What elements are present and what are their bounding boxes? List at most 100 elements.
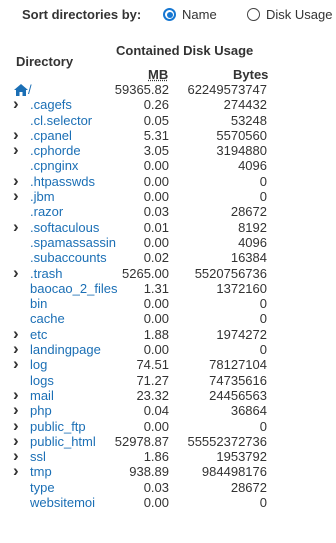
table-row: / 59365.82 62249573747 xyxy=(0,82,336,97)
chevron-right-icon[interactable]: › xyxy=(13,264,23,281)
sort-bar: Sort directories by: Name Disk Usage xyxy=(0,0,336,30)
directory-link[interactable]: .razor xyxy=(30,204,63,219)
directory-link[interactable]: etc xyxy=(30,327,47,342)
directory-link[interactable]: public_html xyxy=(30,434,96,449)
bytes-value: 74735616 xyxy=(209,372,267,388)
bytes-value: 0 xyxy=(259,342,267,358)
table-row: › php 0.04 36864 xyxy=(0,401,336,419)
directory-link[interactable]: public_ftp xyxy=(30,419,86,434)
chevron-right-icon[interactable]: › xyxy=(13,218,23,235)
mb-value: 0.05 xyxy=(143,112,169,128)
table-row: baocao_2_files 1.31 1372160 xyxy=(0,281,336,296)
bytes-value: 3194880 xyxy=(216,143,267,159)
directory-link[interactable]: tmp xyxy=(30,464,52,479)
table-row: › mail 23.32 24456563 xyxy=(0,386,336,403)
table-row: websitemoi 0.00 0 xyxy=(0,495,336,510)
sort-by-name-radio[interactable]: Name xyxy=(163,7,217,22)
directory-link[interactable]: .htpasswds xyxy=(30,174,95,189)
directory-link[interactable]: php xyxy=(30,403,52,418)
mb-value: 0.01 xyxy=(143,219,169,235)
bytes-value: 0 xyxy=(259,189,267,205)
mb-value: 3.05 xyxy=(143,143,169,159)
bytes-value: 62249573747 xyxy=(187,82,267,97)
mb-value: 71.27 xyxy=(136,372,169,388)
directory-link[interactable]: .trash xyxy=(30,266,63,281)
directory-link[interactable]: bin xyxy=(30,296,47,311)
directory-link[interactable]: .cpanel xyxy=(30,128,72,143)
mb-value: 0.00 xyxy=(143,418,169,434)
mb-value: 1.86 xyxy=(143,449,169,465)
directory-link[interactable]: type xyxy=(30,480,55,495)
mb-value: 0.03 xyxy=(143,479,169,495)
bytes-value: 36864 xyxy=(230,403,267,419)
bytes-value: 1372160 xyxy=(216,280,267,296)
chevron-right-icon[interactable]: › xyxy=(13,141,23,158)
directory-link[interactable]: .cphorde xyxy=(30,143,81,158)
directory-link[interactable]: .softaculous xyxy=(30,220,99,235)
mb-value: 23.32 xyxy=(136,387,169,403)
sort-by-disk-usage-radio[interactable]: Disk Usage xyxy=(247,7,332,22)
mb-value: 0.00 xyxy=(143,173,169,189)
bytes-value: 8192 xyxy=(238,219,267,235)
radio-checked-icon[interactable] xyxy=(163,8,176,21)
table-row: .cpnginx 0.00 4096 xyxy=(0,158,336,173)
sort-by-name-label[interactable]: Name xyxy=(182,7,217,22)
bytes-value: 4096 xyxy=(238,234,267,250)
mb-value: 74.51 xyxy=(136,357,169,373)
directory-link[interactable]: logs xyxy=(30,373,54,388)
directory-link[interactable]: mail xyxy=(30,388,54,403)
bytes-value: 78127104 xyxy=(209,357,267,373)
mb-value: 0.04 xyxy=(143,403,169,419)
mb-value: 5265.00 xyxy=(122,265,169,281)
chevron-right-icon[interactable]: › xyxy=(13,355,23,372)
bytes-value: 0 xyxy=(259,173,267,189)
directory-link[interactable]: cache xyxy=(30,311,65,326)
mb-value: 0.00 xyxy=(143,311,169,327)
directory-link[interactable]: .cl.selector xyxy=(30,113,92,128)
directory-link[interactable]: .jbm xyxy=(30,189,55,204)
mb-value: 1.31 xyxy=(143,280,169,296)
mb-value: 0.00 xyxy=(143,342,169,358)
directory-link[interactable]: .cpnginx xyxy=(30,158,78,173)
chevron-right-icon[interactable]: › xyxy=(13,187,23,204)
directory-link[interactable]: .cagefs xyxy=(30,97,72,112)
table-row: › log 74.51 78127104 xyxy=(0,355,336,373)
table-row: .razor 0.03 28672 xyxy=(0,204,336,219)
mb-value: 0.02 xyxy=(143,250,169,266)
directory-link[interactable]: .subaccounts xyxy=(30,250,107,265)
bytes-value: 5570560 xyxy=(216,127,267,143)
directory-link[interactable]: / xyxy=(28,82,32,97)
table-row: › .softaculous 0.01 8192 xyxy=(0,218,336,235)
mb-value: 5.31 xyxy=(143,127,169,143)
table-row: .spamassassin 0.00 4096 xyxy=(0,235,336,250)
bytes-value: 0 xyxy=(259,418,267,434)
chevron-right-icon[interactable]: › xyxy=(13,462,23,479)
radio-unchecked-icon[interactable] xyxy=(247,8,260,21)
bytes-value: 5520756736 xyxy=(194,265,267,281)
bytes-value: 55552372736 xyxy=(187,433,267,449)
table-row: › ssl 1.86 1953792 xyxy=(0,447,336,465)
directory-link[interactable]: websitemoi xyxy=(30,495,95,510)
contained-disk-usage-header: Contained Disk Usage xyxy=(116,43,254,58)
mb-value: 0.00 xyxy=(143,234,169,250)
bytes-value: 274432 xyxy=(223,97,267,113)
bytes-value: 28672 xyxy=(230,204,267,220)
bytes-value: 28672 xyxy=(230,479,267,495)
table-row: › .cpanel 5.31 5570560 xyxy=(0,126,336,143)
bytes-value: 4096 xyxy=(238,158,267,174)
directory-link[interactable]: .spamassassin xyxy=(30,235,116,250)
directory-link[interactable]: log xyxy=(30,357,47,372)
mb-value: 0.00 xyxy=(143,158,169,174)
table-row: bin 0.00 0 xyxy=(0,296,336,311)
mb-value: 0.03 xyxy=(143,204,169,220)
mb-value: 938.89 xyxy=(129,464,169,480)
sort-by-disk-usage-label[interactable]: Disk Usage xyxy=(266,7,332,22)
mb-value: 0.26 xyxy=(143,97,169,113)
directory-link[interactable]: landingpage xyxy=(30,342,101,357)
mb-value: 52978.87 xyxy=(114,433,169,449)
chevron-right-icon[interactable]: › xyxy=(13,95,23,112)
directory-link[interactable]: baocao_2_files xyxy=(30,281,117,296)
table-row: .subaccounts 0.02 16384 xyxy=(0,250,336,265)
bytes-value: 16384 xyxy=(230,250,267,266)
directory-link[interactable]: ssl xyxy=(30,449,46,464)
